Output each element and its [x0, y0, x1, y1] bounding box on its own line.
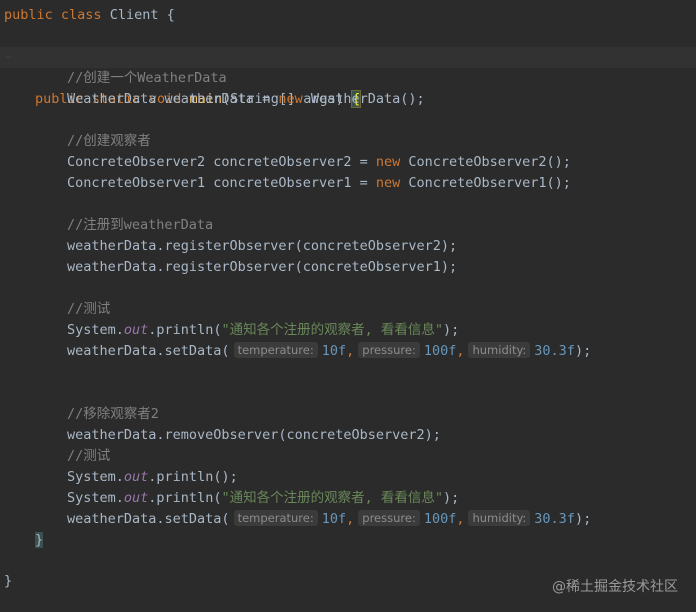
- code-text: ConcreteObserver1 concreteObserver1 =: [67, 175, 376, 191]
- code-line-register-observer1[interactable]: weatherData.registerObserver(concreteObs…: [67, 257, 457, 278]
- code-text: System.: [67, 322, 124, 338]
- code-text: weatherData.setData(: [67, 343, 230, 359]
- field-out: out: [123, 490, 149, 506]
- code-text: ,: [456, 511, 465, 527]
- string-literal: "通知各个注册的观察者, 看看信息": [221, 322, 443, 338]
- field-out: out: [123, 322, 149, 338]
- code-text: ConcreteObserver2 concreteObserver2 =: [67, 154, 376, 170]
- code-text: );: [574, 343, 592, 359]
- code-line-println-2[interactable]: System.out.println("通知各个注册的观察者, 看看信息");: [67, 488, 459, 509]
- method-close-brace: }: [35, 532, 44, 548]
- code-text: .println();: [148, 469, 238, 485]
- code-text: ,: [456, 343, 465, 359]
- string-literal: "通知各个注册的观察者, 看看信息": [221, 490, 443, 506]
- code-line-method-decl[interactable]: public static void main(String[] args) {: [0, 47, 696, 108]
- code-line-method-close[interactable]: }: [35, 530, 44, 551]
- param-hint-temperature: temperature:: [233, 342, 318, 358]
- comment-remove-observer: //移除观察者2: [67, 406, 159, 422]
- code-text: ConcreteObserver1();: [400, 175, 571, 191]
- param-hint-pressure: pressure:: [358, 510, 420, 526]
- code-text: );: [442, 490, 460, 506]
- code-text: );: [574, 511, 592, 527]
- class-open-brace: {: [166, 7, 175, 23]
- code-line-setdata-2[interactable]: weatherData.setData(temperature: 10f, pres…: [67, 509, 591, 530]
- code-text: System.: [67, 490, 124, 506]
- code-text: ,: [346, 343, 355, 359]
- param-hint-pressure: pressure:: [358, 342, 420, 358]
- fold-marker-icon[interactable]: [6, 56, 11, 58]
- watermark: @稀土掘金技术社区: [552, 579, 678, 595]
- field-out: out: [123, 469, 149, 485]
- code-text: ConcreteObserver2();: [400, 154, 571, 170]
- code-text: WeatherData();: [302, 91, 425, 107]
- number-literal: 10f: [321, 343, 347, 359]
- comment-create-observers: //创建观察者: [67, 133, 151, 149]
- code-line-new-observer1[interactable]: ConcreteObserver1 concreteObserver1 = ne…: [67, 173, 571, 194]
- keyword-new: new: [278, 91, 303, 107]
- code-line-class-close[interactable]: }: [4, 571, 12, 592]
- code-text: weatherData.setData(: [67, 511, 230, 527]
- code-text: .println(: [148, 322, 222, 338]
- class-name: Client: [109, 7, 159, 23]
- code-text: );: [442, 322, 460, 338]
- number-literal: 30.3f: [534, 343, 575, 359]
- number-literal: 30.3f: [534, 511, 575, 527]
- code-line-register-observer2[interactable]: weatherData.registerObserver(concreteObs…: [67, 236, 457, 257]
- comment-test-2: //测试: [67, 448, 111, 464]
- code-editor[interactable]: public class Client { public static void…: [0, 0, 696, 612]
- comment-create-weatherdata: //创建一个WeatherData: [67, 70, 227, 86]
- code-line-setdata-1[interactable]: weatherData.setData(temperature: 10f, pres…: [67, 341, 591, 362]
- code-line-println-empty[interactable]: System.out.println();: [67, 467, 238, 488]
- code-line-println-1[interactable]: System.out.println("通知各个注册的观察者, 看看信息");: [67, 320, 459, 341]
- keyword-class: class: [60, 7, 102, 23]
- code-text: WeatherData weatherData =: [67, 91, 279, 107]
- code-line-class-decl[interactable]: public class Client {: [4, 5, 175, 26]
- comment-register: //注册到weatherData: [67, 217, 214, 233]
- keyword-public: public: [4, 7, 53, 23]
- code-line-new-observer2[interactable]: ConcreteObserver2 concreteObserver2 = ne…: [67, 152, 571, 173]
- code-line-new-weatherdata[interactable]: WeatherData weatherData = new WeatherDat…: [67, 89, 425, 110]
- keyword-new: new: [375, 175, 401, 191]
- number-literal: 10f: [321, 511, 347, 527]
- param-hint-humidity: humidity:: [468, 510, 531, 526]
- number-literal: 100f: [423, 511, 457, 527]
- comment-test: //测试: [67, 301, 111, 317]
- keyword-new: new: [375, 154, 401, 170]
- param-hint-humidity: humidity:: [468, 342, 531, 358]
- code-text: System.: [67, 469, 124, 485]
- code-text: .println(: [148, 490, 222, 506]
- param-hint-temperature: temperature:: [233, 510, 318, 526]
- number-literal: 100f: [423, 343, 457, 359]
- code-text: ,: [346, 511, 355, 527]
- code-line-remove-observer[interactable]: weatherData.removeObserver(concreteObser…: [67, 425, 441, 446]
